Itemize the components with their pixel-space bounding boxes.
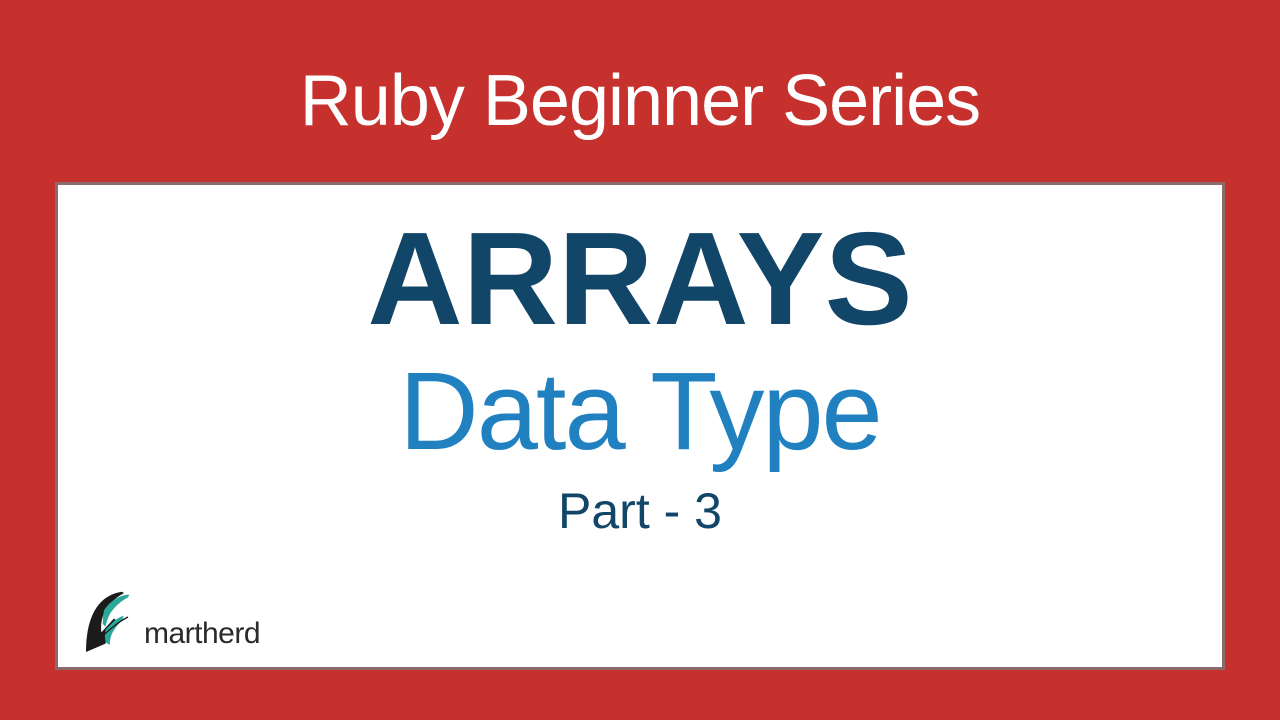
topic-title: ARRAYS: [98, 213, 1182, 345]
brand-logo: martherd: [72, 589, 260, 659]
series-title: Ruby Beginner Series: [0, 0, 1280, 182]
brand-name: martherd: [144, 617, 260, 651]
subtitle: Data Type: [98, 351, 1182, 472]
smartherd-logo-icon: [72, 589, 142, 659]
part-label: Part - 3: [98, 482, 1182, 540]
content-card: ARRAYS Data Type Part - 3 martherd: [55, 182, 1225, 670]
